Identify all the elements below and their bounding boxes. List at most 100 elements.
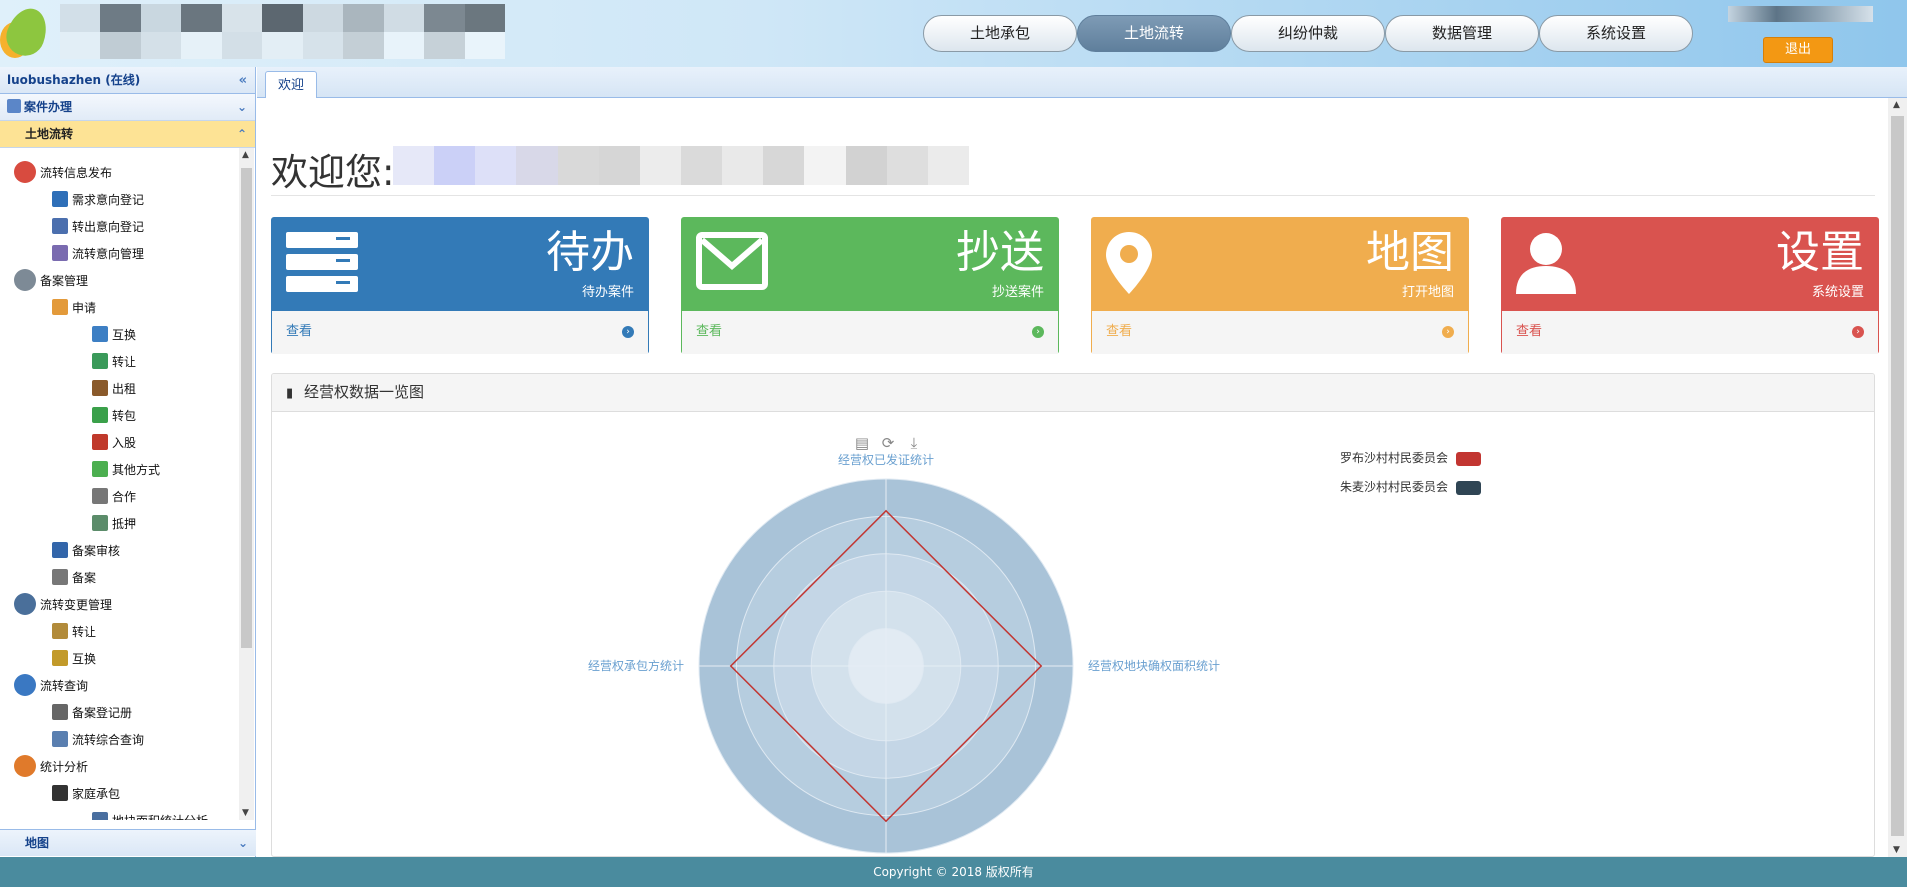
chevron-double-down-icon[interactable]: ⌄ (237, 94, 247, 121)
nav-dispute-arbitration[interactable]: 纠纷仲裁 (1231, 15, 1385, 52)
tree-item[interactable]: 互换 (0, 646, 238, 673)
tree-item-label: 流转查询 (40, 679, 89, 693)
download-icon[interactable]: ⤓ (911, 434, 918, 452)
arrow-right-icon[interactable]: › (1442, 326, 1454, 338)
tree-item[interactable]: 需求意向登记 (0, 187, 238, 214)
logo (0, 0, 60, 62)
tree-item[interactable]: 转让 (0, 619, 238, 646)
redacted-username (393, 146, 969, 185)
arrow-right-icon[interactable]: › (1852, 326, 1864, 338)
accordion-land-transfer[interactable]: 土地流转 ⌃ (0, 121, 255, 148)
top-nav: 土地承包 土地流转 纠纷仲裁 数据管理 系统设置 (923, 15, 1693, 52)
tree-item[interactable]: 统计分析 (0, 754, 238, 781)
tree-item[interactable]: 出租 (0, 376, 238, 403)
tree-item[interactable]: 转让 (0, 349, 238, 376)
view-link[interactable]: 查看 (1516, 324, 1542, 339)
tree-item[interactable]: 备案审核 (0, 538, 238, 565)
chevron-double-up-icon[interactable]: ⌃ (237, 121, 247, 148)
tree-item[interactable]: 转包 (0, 403, 238, 430)
plus-icon (92, 461, 108, 477)
publish-icon (14, 161, 36, 183)
nav-land-contract[interactable]: 土地承包 (923, 15, 1077, 52)
panel-title: 经营权数据一览图 (304, 383, 425, 401)
chart-panel: ▮ 经营权数据一览图 ▤ ⟳ ⤓ 经营权已发证统计 经营权地块确权面积统计 经营权承包方统计… (271, 373, 1875, 857)
radar-chart: ▤ ⟳ ⤓经营权已发证统计经营权地块确权面积统计 经营权承包方统计 罗布沙村村民委员会朱… (588, 434, 1481, 854)
legend-label: 罗布沙村村民委员会 (1340, 451, 1448, 465)
arrow-right-icon[interactable]: › (622, 326, 634, 338)
tree-item[interactable]: 备案管理 (0, 268, 238, 295)
envelope-icon (696, 232, 768, 290)
tree-item-label: 地块面积统计分析 (112, 814, 208, 820)
tree-item[interactable]: 转出意向登记 (0, 214, 238, 241)
printer-icon (52, 569, 68, 585)
tree-item[interactable]: 合作 (0, 484, 238, 511)
audit-icon (52, 542, 68, 558)
tree-item-label: 流转变更管理 (40, 598, 113, 612)
change-icon (14, 593, 36, 615)
tree-item-label: 需求意向登记 (72, 193, 145, 207)
tree-item-label: 备案 (72, 571, 97, 585)
tree-item-label: 申请 (72, 301, 97, 315)
view-link[interactable]: 查看 (1106, 324, 1132, 339)
tab-welcome[interactable]: 欢迎 (265, 71, 318, 98)
tree-item[interactable]: 备案登记册 (0, 700, 238, 727)
card-title: 抄送 (956, 227, 1044, 278)
nav-system-settings[interactable]: 系统设置 (1539, 15, 1693, 52)
card-title: 地图 (1366, 227, 1454, 278)
radar-indicator-label: 经营权地块确权面积统计 (1088, 659, 1220, 673)
tree-item-label: 其他方式 (112, 463, 161, 477)
tree-item[interactable]: 流转变更管理 (0, 592, 238, 619)
tree-item[interactable]: 流转综合查询 (0, 727, 238, 754)
arrow-right-icon[interactable]: › (1032, 326, 1044, 338)
tree-item[interactable]: 家庭承包 (0, 781, 238, 808)
chevron-double-down-icon[interactable]: ⌄ (238, 830, 248, 857)
sidebar-scrollbar[interactable]: ▲ ▼ (239, 148, 254, 820)
app-header: 土地承包 土地流转 纠纷仲裁 数据管理 系统设置 退出 (0, 0, 1907, 67)
tree-item[interactable]: 其他方式 (0, 457, 238, 484)
database-icon (14, 269, 36, 291)
view-link[interactable]: 查看 (696, 324, 722, 339)
redacted-title (60, 4, 505, 59)
logout-button[interactable]: 退出 (1763, 37, 1833, 63)
bar-chart-icon: ▮ (286, 386, 294, 401)
accordion-case-handling[interactable]: 案件办理 ⌄ (0, 94, 255, 121)
tree-item[interactable]: 备案 (0, 565, 238, 592)
sidebar: luobushazhen (在线) « 案件办理 ⌄ 土地流转 ⌃ 流转信息发布… (0, 67, 256, 857)
tree-item-label: 转出意向登记 (72, 220, 145, 234)
nav-land-transfer[interactable]: 土地流转 (1077, 15, 1231, 52)
transfer-out-icon (52, 218, 68, 234)
document-icon[interactable]: ▤ (855, 434, 869, 452)
card-cc[interactable]: 抄送 抄送案件 查看 › (681, 217, 1059, 354)
card-map[interactable]: 地图 打开地图 查看 › (1091, 217, 1469, 354)
card-settings[interactable]: 设置 系统设置 查看 › (1501, 217, 1879, 354)
page-scrollbar[interactable]: ▲ ▼ (1888, 98, 1907, 857)
calendar-icon (52, 299, 68, 315)
view-link[interactable]: 查看 (286, 324, 312, 339)
map-pin-icon (1106, 232, 1152, 294)
card-subtitle: 打开地图 (1401, 285, 1454, 300)
tree-item-label: 入股 (112, 436, 137, 450)
tree-item-label: 抵押 (112, 517, 137, 531)
lock-icon (92, 515, 108, 531)
tree-item[interactable]: 互换 (0, 322, 238, 349)
clip-icon (52, 704, 68, 720)
legend-swatch (1456, 481, 1481, 495)
collapse-left-icon[interactable]: « (239, 67, 247, 94)
tree-item[interactable]: 流转意向管理 (0, 241, 238, 268)
refresh-icon[interactable]: ⟳ (882, 434, 895, 452)
tree-item[interactable]: 入股 (0, 430, 238, 457)
tree-item[interactable]: 抵押 (0, 511, 238, 538)
nav-data-management[interactable]: 数据管理 (1385, 15, 1539, 52)
accordion-map[interactable]: 地图 ⌄ (0, 829, 256, 856)
tree-item[interactable]: 流转信息发布 (0, 160, 238, 187)
radar-indicator-label: 经营权已发证统计 (838, 452, 934, 467)
tree-item[interactable]: 地块面积统计分析 (0, 808, 238, 820)
card-todo[interactable]: 待办 待办案件 查看 › (271, 217, 649, 354)
footer: Copyright © 2018 版权所有 (0, 857, 1907, 887)
server-icon (286, 232, 358, 292)
online-user-label: luobushazhen (在线) (7, 73, 141, 87)
tree-item[interactable]: 申请 (0, 295, 238, 322)
card-title: 设置 (1776, 227, 1864, 278)
card-title: 待办 (546, 227, 634, 278)
tree-item[interactable]: 流转查询 (0, 673, 238, 700)
